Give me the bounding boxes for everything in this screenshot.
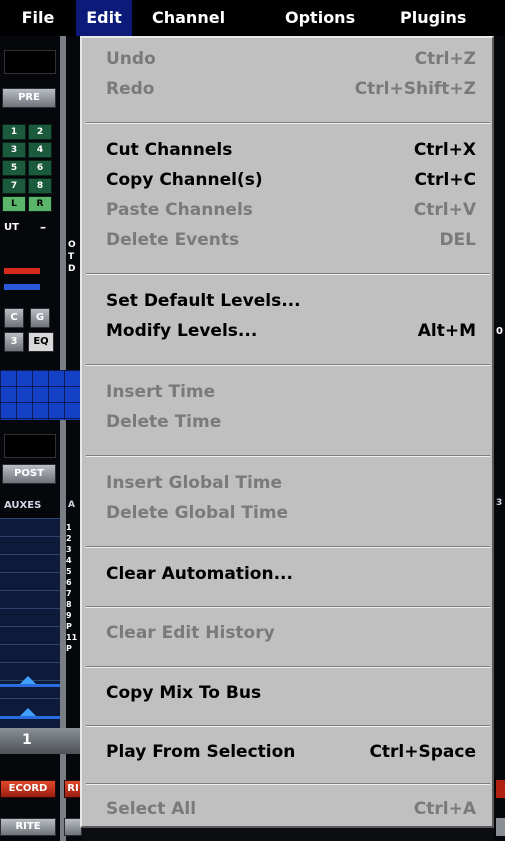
ch-button-2[interactable]: 2	[28, 124, 52, 140]
mid-a-label: A	[68, 500, 75, 510]
right-o-label: 0	[496, 326, 503, 337]
ch-button-6[interactable]: 6	[28, 160, 52, 176]
menu-item-insert-global-time[interactable]: Insert Global Time	[106, 468, 476, 498]
menu-plugins[interactable]: Plugins	[400, 0, 490, 36]
channel-number: 1	[22, 732, 32, 748]
eq-g-button[interactable]: G	[30, 308, 50, 328]
out-meter-red	[4, 268, 40, 274]
write-button[interactable]: RITE	[0, 818, 56, 836]
menu-file[interactable]: File	[0, 0, 76, 36]
ch-button-7[interactable]: 7	[2, 178, 26, 194]
eq-c-button[interactable]: C	[4, 308, 24, 328]
ch-button-8[interactable]: 8	[28, 178, 52, 194]
ch-button-l[interactable]: L	[2, 196, 26, 212]
menu-item-redo[interactable]: Redo Ctrl+Shift+Z	[106, 74, 476, 104]
menu-item-undo[interactable]: Undo Ctrl+Z	[106, 44, 476, 74]
right-3-label: 3	[496, 498, 503, 508]
ch-button-1[interactable]: 1	[2, 124, 26, 140]
auxes-label: AUXES	[4, 500, 42, 511]
menu-item-cut-channels[interactable]: Cut Channels Ctrl+X	[106, 135, 476, 165]
mid-o-label: O	[68, 240, 76, 250]
right-record-edge	[496, 780, 505, 798]
menu-item-delete-time[interactable]: Delete Time	[106, 407, 476, 437]
menu-separator	[86, 666, 490, 668]
out-minus: –	[40, 220, 46, 234]
out-meter-blue	[4, 284, 40, 290]
menu-separator	[86, 364, 490, 366]
menu-item-play-from-selection[interactable]: Play From Selection Ctrl+Space	[106, 737, 476, 767]
mid-t-label: T	[68, 252, 75, 262]
right-write-edge	[496, 818, 505, 836]
aux-level-line-2	[0, 716, 60, 719]
aux-level-marker-1[interactable]	[20, 676, 36, 684]
menu-separator	[86, 783, 490, 785]
eq-3-button[interactable]: 3	[4, 332, 24, 352]
menu-channel[interactable]: Channel	[152, 0, 268, 36]
aux-level-marker-2[interactable]	[20, 708, 36, 716]
out-label: UT	[4, 222, 19, 233]
ch-button-r[interactable]: R	[28, 196, 52, 212]
ch-button-5[interactable]: 5	[2, 160, 26, 176]
menu-item-select-all[interactable]: Select All Ctrl+A	[106, 794, 476, 824]
eq-button[interactable]: EQ	[28, 332, 54, 352]
menu-separator	[86, 122, 490, 124]
name-display	[4, 50, 56, 74]
eq-graph	[0, 370, 82, 420]
menu-separator	[86, 725, 490, 727]
menu-item-modify-levels[interactable]: Modify Levels... Alt+M	[106, 316, 476, 346]
pre-button[interactable]: PRE	[2, 88, 56, 108]
menu-item-copy-mix-to-bus[interactable]: Copy Mix To Bus	[106, 678, 476, 708]
menu-item-clear-edit-history[interactable]: Clear Edit History	[106, 618, 476, 648]
aux-level-line-1	[0, 684, 60, 687]
mid-d-label: D	[68, 264, 76, 274]
aux-display	[4, 434, 56, 458]
menu-separator	[86, 273, 490, 275]
menu-separator	[86, 546, 490, 548]
ch-button-3[interactable]: 3	[2, 142, 26, 158]
post-button[interactable]: POST	[2, 464, 56, 484]
menu-item-set-default-levels[interactable]: Set Default Levels...	[106, 286, 476, 316]
menu-item-delete-global-time[interactable]: Delete Global Time	[106, 498, 476, 528]
menu-bar: File Edit Channel Options Plugins	[0, 0, 505, 36]
menu-item-copy-channels[interactable]: Copy Channel(s) Ctrl+C	[106, 165, 476, 195]
edit-menu-dropdown: Undo Ctrl+Z Redo Ctrl+Shift+Z Cut Channe…	[80, 36, 494, 828]
menu-options[interactable]: Options	[285, 0, 373, 36]
ch-button-4[interactable]: 4	[28, 142, 52, 158]
menu-item-clear-automation[interactable]: Clear Automation...	[106, 559, 476, 589]
menu-separator	[86, 606, 490, 608]
right-strip	[494, 36, 505, 841]
aux-panel	[0, 518, 60, 728]
channel-number-box	[0, 728, 82, 754]
aux-numbers: 1 2 3 4 5 6 7 8 9 P 11 P	[66, 523, 78, 653]
menu-edit[interactable]: Edit	[76, 0, 132, 36]
menu-item-paste-channels[interactable]: Paste Channels Ctrl+V	[106, 195, 476, 225]
menu-separator	[86, 455, 490, 457]
menu-item-delete-events[interactable]: Delete Events DEL	[106, 225, 476, 255]
record-button[interactable]: ECORD	[0, 780, 56, 798]
menu-item-insert-time[interactable]: Insert Time	[106, 377, 476, 407]
